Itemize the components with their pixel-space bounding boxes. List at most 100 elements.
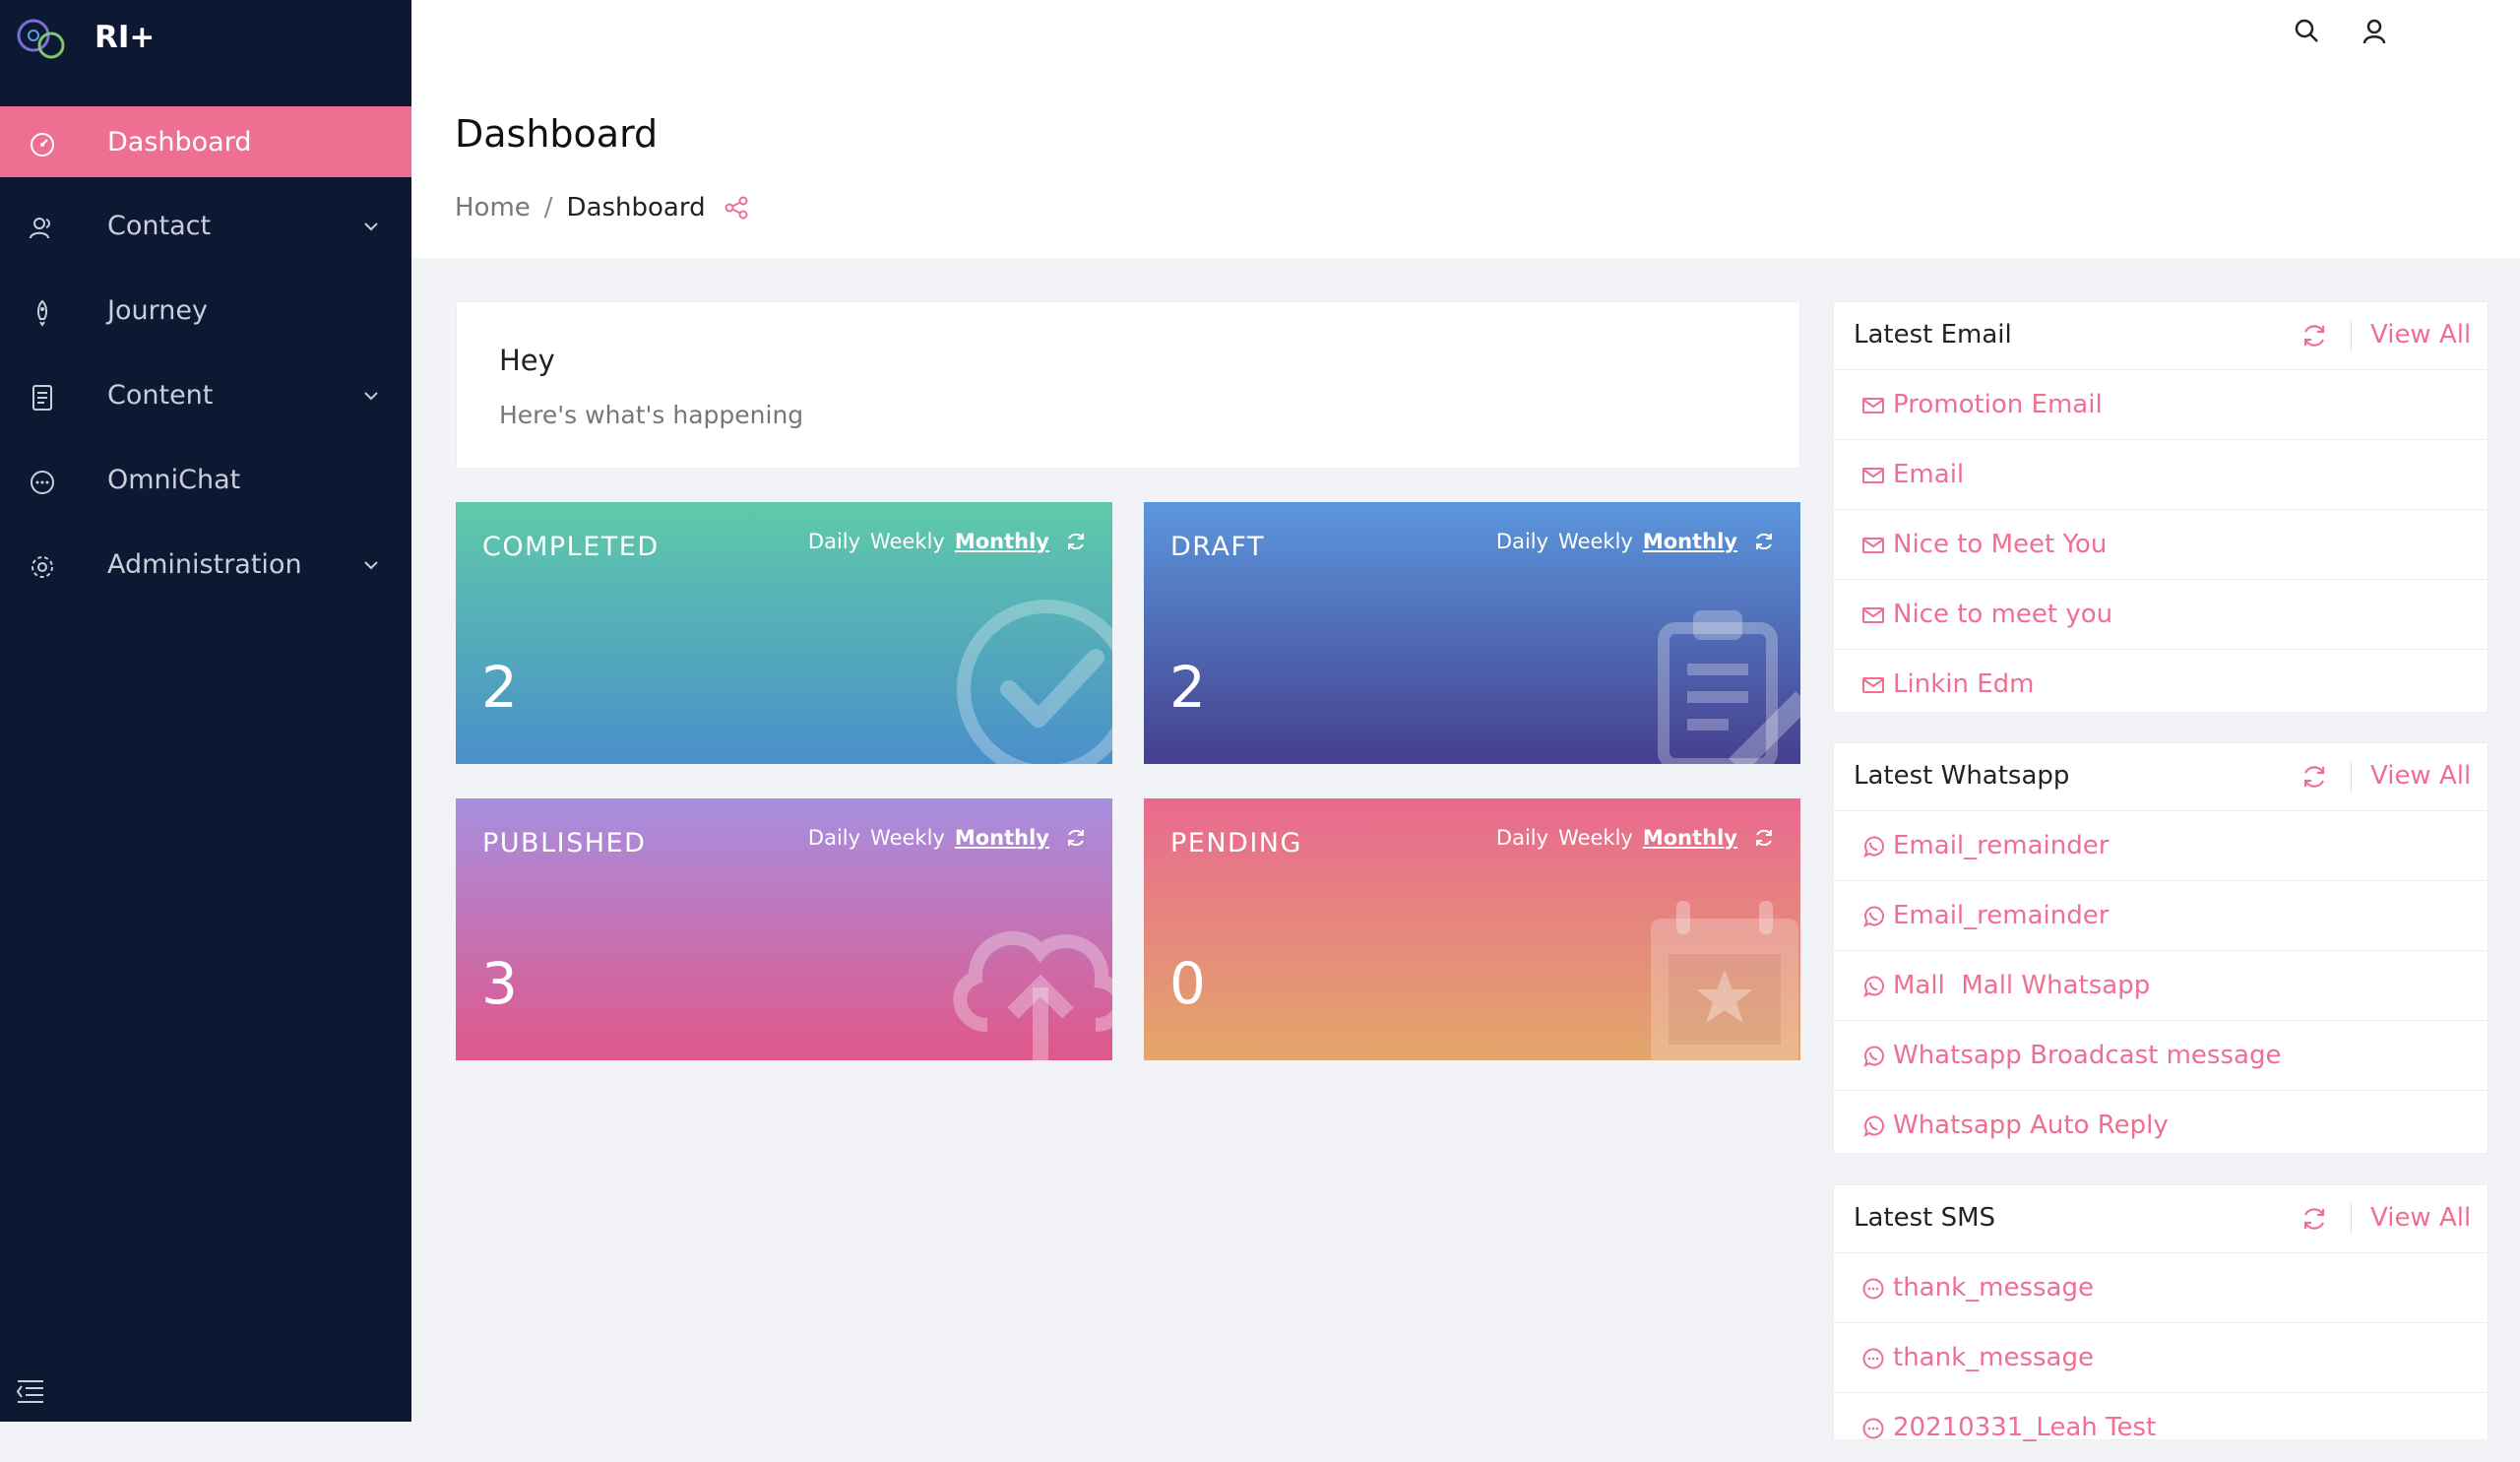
collapse-menu-icon[interactable] bbox=[14, 1376, 47, 1406]
panel-title: Latest SMS bbox=[1854, 1203, 1996, 1233]
breadcrumb: Home / Dashboard bbox=[455, 193, 749, 222]
view-all-link[interactable]: View All bbox=[2370, 761, 2471, 791]
document-icon bbox=[32, 385, 52, 411]
sidebar-item-dashboard[interactable]: Dashboard bbox=[0, 106, 411, 177]
whatsapp-icon bbox=[1863, 836, 1884, 858]
list-item[interactable]: Email bbox=[1834, 440, 2488, 510]
period-monthly[interactable]: Monthly bbox=[1643, 826, 1737, 850]
page-title: Dashboard bbox=[455, 112, 659, 156]
stat-card-published: PUBLISHED Daily Weekly Monthly 3 bbox=[456, 798, 1112, 1060]
latest-whatsapp-panel: Latest Whatsapp View All Email_remainder… bbox=[1833, 742, 2488, 1154]
list-item-label: Nice to Meet You bbox=[1893, 530, 2108, 559]
whatsapp-icon bbox=[1863, 976, 1884, 997]
refresh-icon[interactable] bbox=[2300, 763, 2328, 791]
calendar-star-icon bbox=[1651, 901, 1798, 1060]
list-item[interactable]: Email_remainder bbox=[1834, 881, 2488, 951]
list-item-label: 20210331_Leah Test bbox=[1893, 1413, 2157, 1442]
sidebar-item-label: Dashboard bbox=[107, 126, 252, 158]
list-item-label: Nice to meet you bbox=[1893, 600, 2113, 629]
sms-bubble-icon bbox=[1862, 1278, 1884, 1300]
period-weekly[interactable]: Weekly bbox=[870, 530, 945, 553]
stat-card-completed: COMPLETED Daily Weekly Monthly 2 bbox=[456, 502, 1112, 764]
mail-icon bbox=[1862, 468, 1884, 483]
list-item[interactable]: Promotion Email bbox=[1834, 370, 2488, 440]
search-icon[interactable] bbox=[2292, 16, 2323, 47]
breadcrumb-home-link[interactable]: Home bbox=[455, 193, 531, 222]
sidebar-item-content[interactable]: Content bbox=[0, 359, 411, 430]
sidebar-item-administration[interactable]: Administration bbox=[0, 529, 411, 600]
list-item[interactable]: 20210331_Leah Test bbox=[1834, 1393, 2488, 1462]
divider bbox=[2351, 320, 2352, 351]
sidebar: RI+ Dashboard Contact Journey Content Om… bbox=[0, 0, 411, 1422]
refresh-icon[interactable] bbox=[2300, 322, 2328, 350]
share-icon[interactable] bbox=[724, 195, 749, 221]
list-item-label: Promotion Email bbox=[1893, 390, 2103, 419]
list-item-label: Email_remainder bbox=[1893, 831, 2110, 860]
brand[interactable]: RI+ bbox=[0, 0, 411, 83]
list-item[interactable]: thank_message bbox=[1834, 1323, 2488, 1393]
period-selector: Daily Weekly Monthly bbox=[1486, 530, 1775, 553]
list-item[interactable]: Whatsapp Auto Reply bbox=[1834, 1091, 2488, 1160]
divider bbox=[2351, 1203, 2352, 1235]
list-item-label: Email_remainder bbox=[1893, 901, 2110, 930]
check-circle-icon bbox=[957, 600, 1112, 764]
sms-bubble-icon bbox=[1862, 1348, 1884, 1369]
period-weekly[interactable]: Weekly bbox=[1558, 530, 1633, 553]
refresh-icon[interactable] bbox=[1065, 827, 1087, 849]
list-item[interactable]: Mall Mall Whatsapp bbox=[1834, 951, 2488, 1021]
period-daily[interactable]: Daily bbox=[1496, 826, 1548, 850]
page-header: Dashboard Home / Dashboard bbox=[411, 71, 2520, 258]
list-item[interactable]: thank_message bbox=[1834, 1253, 2488, 1323]
period-daily[interactable]: Daily bbox=[808, 826, 860, 850]
gear-icon bbox=[32, 556, 53, 578]
period-monthly[interactable]: Monthly bbox=[1643, 530, 1737, 553]
list-item[interactable]: Nice to Meet You bbox=[1834, 510, 2488, 580]
list-item-label: Linkin Edm bbox=[1893, 669, 2035, 699]
list-item[interactable]: Nice to meet you bbox=[1834, 580, 2488, 650]
stat-card-pending: PENDING Daily Weekly Monthly 0 bbox=[1144, 798, 1800, 1060]
user-icon[interactable] bbox=[2359, 16, 2390, 47]
sidebar-item-omnichat[interactable]: OmniChat bbox=[0, 444, 411, 515]
view-all-link[interactable]: View All bbox=[2370, 1203, 2471, 1233]
refresh-icon[interactable] bbox=[1753, 827, 1775, 849]
sms-bubble-icon bbox=[1862, 1418, 1884, 1439]
period-weekly[interactable]: Weekly bbox=[870, 826, 945, 850]
welcome-title: Hey bbox=[499, 344, 555, 377]
period-monthly[interactable]: Monthly bbox=[955, 530, 1049, 553]
refresh-icon[interactable] bbox=[1065, 531, 1087, 552]
panel-header: Latest Email View All bbox=[1834, 302, 2488, 370]
divider bbox=[2351, 761, 2352, 793]
welcome-subtitle: Here's what's happening bbox=[499, 401, 804, 429]
mail-icon bbox=[1862, 677, 1884, 693]
sidebar-item-label: Administration bbox=[107, 548, 302, 580]
stat-value: 0 bbox=[1169, 950, 1206, 1017]
list-item-label: thank_message bbox=[1893, 1273, 2094, 1303]
list-item-label: Whatsapp Auto Reply bbox=[1893, 1111, 2169, 1140]
list-item[interactable]: Linkin Edm bbox=[1834, 650, 2488, 719]
breadcrumb-current: Dashboard bbox=[566, 193, 706, 222]
list-item[interactable]: Email_remainder bbox=[1834, 811, 2488, 881]
users-icon bbox=[30, 218, 50, 239]
sidebar-item-label: Journey bbox=[107, 294, 208, 326]
sidebar-item-label: OmniChat bbox=[107, 464, 241, 495]
list-item[interactable]: Whatsapp Broadcast message bbox=[1834, 1021, 2488, 1091]
mail-icon bbox=[1862, 398, 1884, 413]
brand-name: RI+ bbox=[94, 20, 156, 55]
period-selector: Daily Weekly Monthly bbox=[798, 826, 1087, 850]
sidebar-item-contact[interactable]: Contact bbox=[0, 190, 411, 261]
welcome-card: Hey Here's what's happening bbox=[456, 301, 1800, 469]
period-weekly[interactable]: Weekly bbox=[1558, 826, 1633, 850]
sidebar-item-label: Content bbox=[107, 379, 214, 411]
latest-email-panel: Latest Email View All Promotion Email Em… bbox=[1833, 301, 2488, 713]
refresh-icon[interactable] bbox=[1753, 531, 1775, 552]
refresh-icon[interactable] bbox=[2300, 1205, 2328, 1233]
rocket-icon bbox=[36, 299, 48, 327]
period-selector: Daily Weekly Monthly bbox=[798, 530, 1087, 553]
period-daily[interactable]: Daily bbox=[808, 530, 860, 553]
stat-card-draft: DRAFT Daily Weekly Monthly 2 bbox=[1144, 502, 1800, 764]
period-selector: Daily Weekly Monthly bbox=[1486, 826, 1775, 850]
period-monthly[interactable]: Monthly bbox=[955, 826, 1049, 850]
period-daily[interactable]: Daily bbox=[1496, 530, 1548, 553]
sidebar-item-journey[interactable]: Journey bbox=[0, 275, 411, 346]
view-all-link[interactable]: View All bbox=[2370, 320, 2471, 350]
